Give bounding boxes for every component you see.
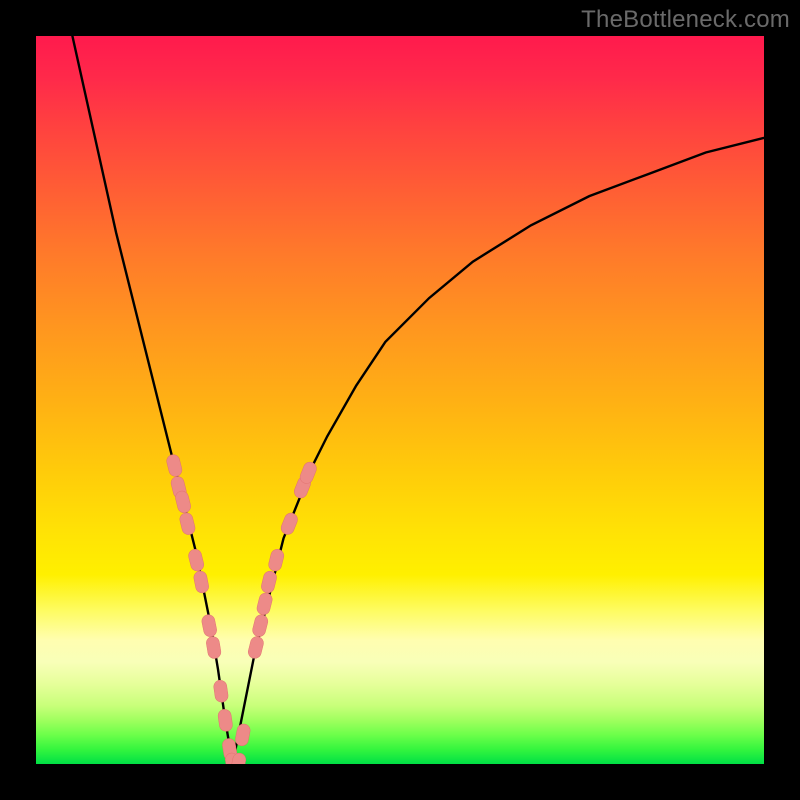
marker-point — [187, 548, 205, 572]
marker-point — [174, 490, 192, 514]
bottleneck-curve — [72, 36, 764, 764]
marker-point — [247, 635, 265, 659]
marker-point — [217, 709, 233, 733]
marker-point — [251, 613, 269, 637]
marker-point — [260, 570, 278, 594]
watermark-text: TheBottleneck.com — [581, 6, 790, 34]
marker-point — [213, 679, 229, 703]
marker-point — [279, 511, 299, 536]
marker-point — [256, 592, 274, 616]
marker-point — [165, 453, 183, 477]
curve-layer — [36, 36, 764, 764]
marker-point — [267, 548, 285, 572]
plot-area — [36, 36, 764, 764]
marker-point — [193, 570, 210, 594]
marker-point — [201, 614, 218, 638]
marker-point — [234, 723, 251, 747]
marker-point — [205, 636, 221, 660]
curve-right-branch — [233, 138, 764, 764]
marker-point — [178, 512, 196, 536]
chart-frame: TheBottleneck.com — [0, 0, 800, 800]
